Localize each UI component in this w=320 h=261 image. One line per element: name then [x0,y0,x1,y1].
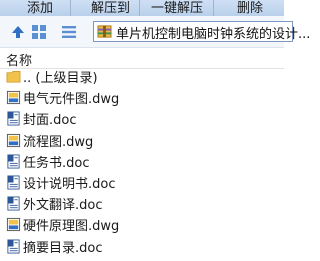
path-field[interactable]: 单片机控制电脑时钟系统的设计... [93,21,310,42]
dwg-file-icon [6,133,21,147]
list-item[interactable]: .. (上级目录) [0,66,284,87]
list-item[interactable]: 任务书.doc [0,151,284,172]
file-name: .. (上级目录) [23,71,98,86]
toolbar: 添加 解压到 一键解压 删除 [0,0,284,16]
dwg-file-icon [6,218,21,232]
toolbar-divider [70,0,71,16]
list-item[interactable]: 流程图.dwg [0,130,284,151]
path-text: 单片机控制电脑时钟系统的设计... [116,27,311,42]
list-item[interactable]: 设计说明书.doc [0,172,284,193]
extract-to-button[interactable]: 解压到 [91,0,130,16]
doc-file-icon [7,111,20,126]
file-name: 电气元件图.dwg [23,92,120,108]
doc-file-icon [7,196,20,211]
up-arrow-icon[interactable] [10,24,26,40]
list-item[interactable]: 外文翻译.doc [0,193,284,214]
list-item[interactable]: 封面.doc [0,108,284,129]
doc-file-icon [7,154,20,169]
dwg-file-icon [6,91,21,105]
add-button[interactable]: 添加 [27,0,53,16]
delete-button[interactable]: 删除 [237,0,263,16]
file-name: 设计说明书.doc [23,176,116,192]
file-name: 封面.doc [23,113,77,129]
doc-file-icon [7,175,20,190]
address-bar: 单片机控制电脑时钟系统的设计... [0,16,310,48]
list-view-icon[interactable] [61,24,77,40]
file-name: 摘要目录.doc [23,240,103,256]
list-item[interactable]: 电气元件图.dwg [0,87,284,108]
thumbnail-view-icon[interactable] [31,24,47,40]
file-name: 流程图.dwg [23,134,94,150]
one-click-extract-button[interactable]: 一键解压 [151,0,203,16]
archive-icon [97,25,112,38]
toolbar-divider [139,0,140,16]
list-item[interactable]: 摘要目录.doc [0,236,284,257]
file-name: 任务书.doc [23,155,90,171]
file-name: 硬件原理图.dwg [23,219,120,235]
doc-file-icon [7,238,20,254]
parent-folder-icon [6,70,21,83]
file-name: 外文翻译.doc [23,198,103,214]
file-list: .. (上级目录) 电气元件图.dwg 封面.doc 流程图.dwg 任务书.d… [0,66,284,257]
list-item[interactable]: 硬件原理图.dwg [0,214,284,235]
toolbar-divider [213,0,214,16]
